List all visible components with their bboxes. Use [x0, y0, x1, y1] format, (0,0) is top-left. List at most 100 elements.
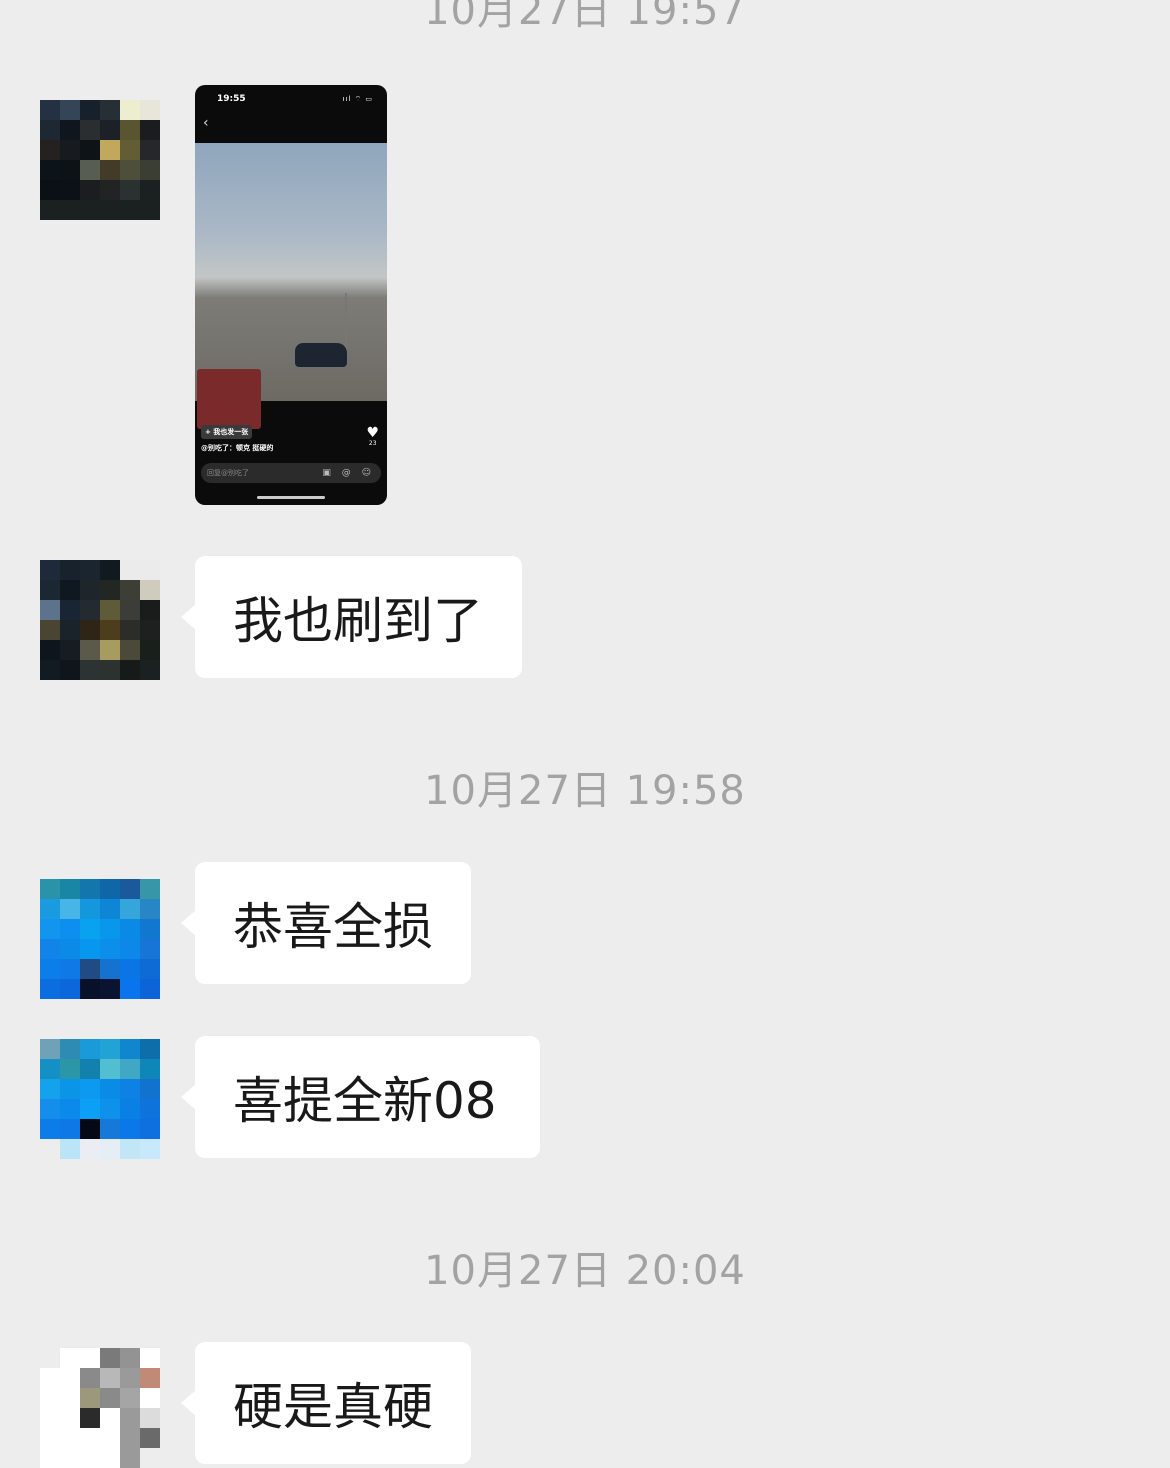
avatar-pixel — [40, 1368, 60, 1388]
avatar-pixel — [40, 640, 60, 660]
avatar-pixel — [140, 600, 160, 620]
avatar-pixel — [80, 180, 100, 200]
avatar-pixel — [140, 959, 160, 979]
avatar-pixel — [140, 1139, 160, 1159]
avatar-pixel — [80, 620, 100, 640]
avatar-pixel — [120, 1408, 140, 1428]
message-text: 硬是真硬 — [233, 1378, 433, 1436]
avatar-pixel — [100, 160, 120, 180]
avatar-pixel — [80, 120, 100, 140]
avatar-pixel — [120, 120, 140, 140]
avatar-pixel — [100, 919, 120, 939]
avatar-pixel — [40, 180, 60, 200]
avatar-pixel — [140, 1099, 160, 1119]
avatar-pixel — [60, 979, 80, 999]
avatar-pixel — [60, 1039, 80, 1059]
avatar-pixel — [140, 1388, 160, 1408]
avatar-pixel — [140, 899, 160, 919]
message-text: 恭喜全损 — [233, 898, 433, 956]
message-bubble[interactable]: 硬是真硬 — [181, 1342, 471, 1464]
avatar-pixel — [60, 1408, 80, 1428]
avatar-pixel — [80, 200, 100, 220]
avatar-pixel — [80, 560, 100, 580]
avatar-pixel — [40, 939, 60, 959]
avatar-pixel — [40, 919, 60, 939]
avatar-pixel — [120, 620, 140, 640]
avatar-pixel — [120, 180, 140, 200]
photo — [195, 143, 387, 429]
avatar-pixel — [100, 1348, 120, 1368]
avatar[interactable] — [40, 1348, 160, 1468]
avatar-pixel — [140, 660, 160, 680]
avatar-pixel — [140, 1039, 160, 1059]
message-bubble[interactable]: 我也刷到了 — [181, 556, 522, 678]
avatar-pixel — [140, 1059, 160, 1079]
avatar-pixel — [140, 640, 160, 660]
avatar[interactable] — [40, 1039, 160, 1159]
avatar[interactable] — [40, 879, 160, 999]
avatar-pixel — [60, 879, 80, 899]
avatar-pixel — [80, 160, 100, 180]
shared-screenshot-image[interactable]: 19:55 ııl ⌔ ▭ ‹ + 我也发一张 @别吃了：顿克 挺硬的 ♥ 23… — [195, 85, 387, 505]
avatar[interactable] — [40, 560, 160, 680]
message-bubble[interactable]: 喜提全新08 — [181, 1036, 540, 1158]
avatar-pixel — [140, 120, 160, 140]
avatar-pixel — [80, 1428, 100, 1448]
avatar-pixel — [140, 100, 160, 120]
back-icon: ‹ — [203, 115, 209, 131]
avatar-pixel — [80, 1348, 100, 1368]
avatar-pixel — [140, 879, 160, 899]
reply-input: 回复@别吃了 ▣ @ ☺ — [201, 463, 381, 483]
avatar-pixel — [120, 200, 140, 220]
avatar-pixel — [80, 939, 100, 959]
avatar-pixel — [100, 899, 120, 919]
avatar-pixel — [100, 1119, 120, 1139]
avatar-pixel — [80, 979, 100, 999]
avatar-pixel — [60, 200, 80, 220]
avatar-pixel — [120, 100, 140, 120]
avatar-pixel — [120, 600, 140, 620]
avatar-pixel — [60, 919, 80, 939]
avatar-pixel — [80, 1079, 100, 1099]
avatar-pixel — [80, 100, 100, 120]
avatar-pixel — [140, 939, 160, 959]
avatar-pixel — [40, 959, 60, 979]
avatar-pixel — [140, 979, 160, 999]
avatar-pixel — [100, 620, 120, 640]
car — [295, 343, 347, 367]
avatar-pixel — [40, 1139, 60, 1159]
avatar-pixel — [140, 580, 160, 600]
cart — [197, 369, 261, 429]
avatar-pixel — [120, 899, 140, 919]
avatar-pixel — [140, 180, 160, 200]
pole — [345, 293, 347, 353]
avatar-pixel — [40, 1448, 60, 1468]
avatar-pixel — [80, 1119, 100, 1139]
avatar-pixel — [40, 120, 60, 140]
avatar-pixel — [120, 1348, 140, 1368]
avatar-pixel — [60, 939, 80, 959]
avatar-pixel — [100, 1408, 120, 1428]
avatar-pixel — [60, 640, 80, 660]
avatar-pixel — [80, 1039, 100, 1059]
avatar-pixel — [100, 140, 120, 160]
avatar-pixel — [80, 879, 100, 899]
avatar-pixel — [60, 1099, 80, 1119]
avatar-pixel — [40, 620, 60, 640]
avatar-pixel — [120, 580, 140, 600]
avatar-pixel — [80, 959, 100, 979]
avatar-pixel — [120, 1099, 140, 1119]
avatar-pixel — [40, 1099, 60, 1119]
avatar-pixel — [40, 1388, 60, 1408]
avatar-pixel — [60, 1448, 80, 1468]
avatar[interactable] — [40, 100, 160, 220]
message-bubble[interactable]: 恭喜全损 — [181, 862, 471, 984]
avatar-pixel — [100, 979, 120, 999]
message-text: 我也刷到了 — [233, 592, 483, 650]
avatar-pixel — [60, 160, 80, 180]
avatar-pixel — [100, 1059, 120, 1079]
avatar-pixel — [40, 1408, 60, 1428]
avatar-pixel — [120, 1059, 140, 1079]
avatar-pixel — [120, 160, 140, 180]
avatar-pixel — [120, 879, 140, 899]
